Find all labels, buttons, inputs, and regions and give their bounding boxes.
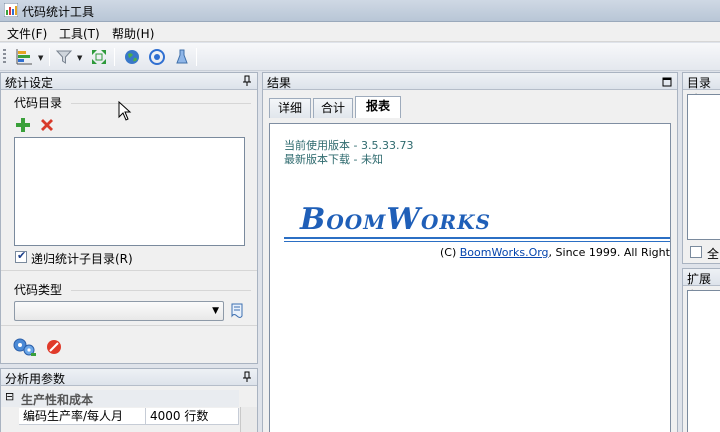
section-divider — [1, 270, 257, 271]
group-divider — [71, 290, 251, 291]
dir-filter-panel: 目录过 全 — [682, 72, 720, 264]
menu-tools[interactable]: 工具(T) — [59, 25, 100, 42]
menu-bar: 文件(F) 工具(T) 帮助(H) — [0, 22, 720, 42]
boomworks-logo: BOOMWORKS — [300, 202, 491, 237]
toolbar-separator — [114, 48, 115, 66]
params-panel-title: 分析用参数 — [5, 372, 66, 386]
code-dir-list[interactable] — [14, 137, 245, 246]
params-panel: 分析用参数 ⊟ 生产性和成本 编码生产率/每人月 4000 行数 — [0, 368, 258, 432]
copyright-text: (C) BoomWorks.Org, Since 1999. All Right… — [440, 246, 670, 259]
chart-icon[interactable] — [16, 48, 34, 66]
app-icon — [4, 3, 18, 17]
tab-summary[interactable]: 合计 — [313, 98, 353, 118]
section-divider — [1, 325, 257, 326]
select-all-label[interactable]: 全 — [707, 245, 719, 262]
report-view[interactable]: 当前使用版本 - 3.5.33.73 最新版本下载 - 未知 BOOMWORKS… — [269, 123, 671, 432]
toolbar-grip[interactable] — [3, 49, 6, 65]
add-icon[interactable] — [15, 117, 31, 133]
result-panel-title: 结果 — [267, 76, 292, 90]
param-category-row[interactable]: ⊟ 生产性和成本 — [1, 390, 239, 407]
toolbar-separator — [196, 48, 197, 66]
params-panel-header: 分析用参数 — [1, 369, 257, 386]
ext-panel: 扩展名 — [682, 268, 720, 432]
filter-icon[interactable] — [55, 48, 73, 66]
logo-underline-thin — [284, 241, 670, 242]
menu-help[interactable]: 帮助(H) — [112, 25, 154, 42]
settings-panel-title: 统计设定 — [5, 76, 54, 90]
check-mark-icon: ✔ — [17, 249, 27, 262]
pin-icon[interactable] — [242, 371, 252, 383]
flask-icon[interactable] — [173, 48, 191, 66]
chart-dropdown-arrow[interactable]: ▼ — [38, 54, 43, 62]
params-scrollbar[interactable] — [240, 407, 257, 432]
param-category-label: 生产性和成本 — [21, 393, 94, 407]
mouse-cursor-icon — [118, 101, 132, 121]
window-title: 代码统计工具 — [22, 5, 95, 19]
edit-types-icon[interactable] — [229, 302, 245, 320]
result-panel: 结果 详细 合计 报表 当前使用版本 - 3.5.33.73 最新版本下载 - … — [262, 72, 678, 432]
ext-panel-header: 扩展名 — [683, 269, 720, 303]
ext-list[interactable] — [687, 290, 720, 432]
stop-icon[interactable] — [46, 339, 62, 355]
logo-underline — [284, 237, 670, 239]
code-type-select[interactable]: ▼ — [14, 301, 224, 321]
dir-filter-list[interactable] — [687, 94, 720, 240]
gears-run-icon[interactable] — [13, 337, 37, 357]
toolbar: ▼ ▼ — [0, 43, 720, 71]
delete-icon[interactable] — [39, 117, 55, 133]
pin-icon[interactable] — [242, 75, 252, 87]
globe-icon[interactable] — [123, 48, 141, 66]
param-name: 编码生产率/每人月 — [19, 408, 146, 425]
refresh-icon[interactable] — [148, 48, 166, 66]
title-bar: 代码统计工具 — [0, 0, 720, 22]
tab-report[interactable]: 报表 — [355, 96, 401, 118]
dir-filter-panel-header: 目录过 — [683, 73, 720, 107]
latest-version-line: 最新版本下载 - 未知 — [284, 153, 383, 166]
expand-icon[interactable] — [90, 48, 108, 66]
recursive-checkbox[interactable]: ✔ — [15, 249, 27, 263]
filter-dropdown-arrow[interactable]: ▼ — [77, 54, 82, 62]
boomworks-link[interactable]: BoomWorks.Org — [460, 246, 549, 259]
group-divider — [71, 103, 251, 104]
tab-detail[interactable]: 详细 — [269, 98, 311, 118]
recursive-label[interactable]: 递归统计子目录(R) — [31, 250, 133, 267]
menu-file[interactable]: 文件(F) — [7, 25, 47, 42]
code-type-group-title: 代码类型 — [14, 283, 63, 297]
toolbar-separator — [49, 48, 50, 66]
maximize-icon[interactable] — [662, 76, 672, 88]
code-dir-group-title: 代码目录 — [14, 96, 63, 110]
select-all-checkbox[interactable] — [690, 246, 702, 258]
collapse-icon[interactable]: ⊟ — [5, 390, 14, 403]
param-row[interactable]: 编码生产率/每人月 4000 行数 — [1, 408, 239, 425]
result-panel-header: 结果 — [263, 73, 677, 90]
settings-panel-header: 统计设定 — [1, 73, 257, 90]
param-value[interactable]: 4000 行数 — [146, 408, 239, 425]
chevron-down-icon: ▼ — [212, 306, 219, 316]
